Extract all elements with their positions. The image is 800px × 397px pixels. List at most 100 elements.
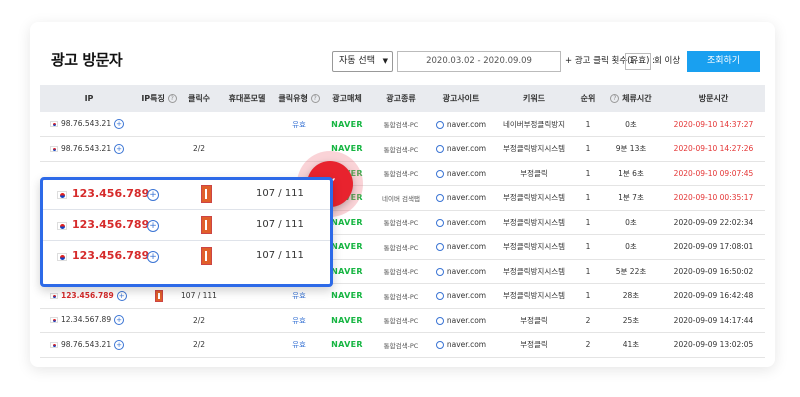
add-icon[interactable]: + — [114, 119, 125, 129]
help-icon[interactable]: ? — [167, 94, 177, 103]
col-clicks: 클릭수 — [180, 85, 218, 112]
cell-keyword: 부정클릭방지시스템 — [492, 185, 576, 211]
cell-ad-site[interactable]: naver.com — [430, 185, 492, 211]
cell-stay-time: 0초 — [600, 234, 662, 260]
cell-rank: 1 — [576, 136, 600, 162]
cell-ad-site[interactable]: naver.com — [430, 136, 492, 162]
cell-ad-site[interactable]: naver.com — [430, 161, 492, 186]
cell-ad-type: 통합검색-PC — [372, 332, 430, 358]
select-value: 자동 선택 — [339, 56, 375, 66]
cell-visit-time: 2020-09-10 00:35:17 — [662, 185, 765, 211]
cell-ip: 98.76.543.21+ — [40, 136, 138, 162]
cell-keyword: 부정클릭방지시스템 — [492, 210, 576, 235]
cell-stay-time: 41초 — [600, 332, 662, 358]
cell-click-type: 유효 — [276, 283, 322, 309]
cell-phone-model — [218, 136, 276, 162]
popup-ip: 123.456.789 — [72, 187, 150, 200]
cell-ad-type: 통합검색-PC — [372, 308, 430, 333]
cell-visit-time: 2020-09-09 16:50:02 — [662, 259, 765, 284]
site-name: naver.com — [446, 193, 487, 203]
korea-flag-icon — [57, 191, 67, 199]
cell-ad-site[interactable]: naver.com — [430, 308, 492, 333]
popup-row[interactable]: 123.456.789 + 107 / 111 — [43, 242, 330, 272]
cell-stay-time: 25초 — [600, 308, 662, 333]
table-row[interactable]: 12.34.567.89 + 2/2 유효 NAVER 통합검색-PC naver… — [40, 308, 765, 333]
search-button[interactable]: 조회하기 — [687, 51, 760, 72]
cell-media: NAVER — [322, 308, 372, 333]
globe-icon — [435, 292, 444, 301]
ip-address: 98.76.543.21 — [61, 119, 112, 128]
cell-rank: 1 — [576, 283, 600, 309]
cell-ad-type: 통합검색-PC — [372, 259, 430, 284]
site-name: naver.com — [446, 315, 487, 325]
cell-rank: 1 — [576, 210, 600, 235]
cell-ad-site[interactable]: naver.com — [430, 332, 492, 358]
popup-click-count: 107 / 111 — [256, 188, 304, 199]
cell-ip: 98.76.543.21+ — [40, 112, 138, 137]
cell-ad-type: 통합검색-PC — [372, 283, 430, 309]
cell-visit-time: 2020-09-09 13:02:05 — [662, 332, 765, 358]
cell-rank: 2 — [576, 332, 600, 358]
col-phone-model: 휴대폰모델 — [218, 85, 276, 112]
cell-stay-time: 0초 — [600, 210, 662, 235]
ip-address: 123.456.789 — [61, 290, 114, 300]
mobile-phone-icon — [155, 289, 163, 302]
cell-keyword: 부정클릭방지시스템 — [492, 234, 576, 260]
cell-media: NAVER — [322, 112, 372, 137]
site-name: naver.com — [446, 144, 487, 154]
add-icon[interactable]: + — [114, 315, 125, 326]
col-stay-time: ? 체류시간 — [600, 85, 662, 112]
globe-icon — [435, 169, 444, 178]
popup-click-count: 107 / 111 — [256, 219, 304, 230]
auto-select-dropdown[interactable]: 자동 선택 ▼ — [332, 51, 393, 72]
cell-ad-site[interactable]: naver.com — [430, 283, 492, 309]
col-ad-site: 광고사이트 — [430, 85, 492, 112]
add-icon[interactable]: + — [116, 290, 127, 301]
table-row[interactable]: 123.456.789 + 107 / 111 유효 NAVER 통합검색-PC … — [40, 283, 765, 309]
ad-visitors-card: 광고 방문자 자동 선택 ▼ 2020.03.02 - 2020.09.09 +… — [30, 22, 775, 367]
add-icon[interactable]: + — [114, 339, 125, 350]
cell-ad-site[interactable]: naver.com — [430, 259, 492, 284]
site-name: naver.com — [446, 266, 487, 276]
cell-phone-model — [218, 332, 276, 358]
add-icon[interactable]: + — [147, 220, 159, 232]
site-name: naver.com — [446, 217, 487, 227]
cell-clicks: 2/2 — [180, 136, 218, 162]
site-name: naver.com — [446, 340, 487, 350]
cell-visit-time: 2020-09-10 09:07:45 — [662, 161, 765, 186]
help-icon[interactable]: ? — [610, 94, 620, 103]
cell-stay-time: 28초 — [600, 283, 662, 309]
cell-visit-time: 2020-09-09 17:08:01 — [662, 234, 765, 260]
cell-ip-feature — [138, 112, 180, 137]
table-row[interactable]: 98.76.543.21+ 2/2 유효 NAVER 통합검색-PC naver… — [40, 332, 765, 358]
cell-ad-site[interactable]: naver.com — [430, 112, 492, 137]
ip-address: 98.76.543.21 — [61, 143, 112, 153]
globe-icon — [435, 218, 444, 227]
cell-keyword: 부정클릭 — [492, 308, 576, 333]
col-ip: IP — [40, 85, 138, 112]
cell-ad-site[interactable]: naver.com — [430, 234, 492, 260]
add-icon[interactable]: + — [114, 143, 125, 154]
cell-clicks — [180, 112, 218, 137]
cell-ad-site[interactable]: naver.com — [430, 210, 492, 235]
cell-keyword: 부정클릭 — [492, 161, 576, 186]
add-icon[interactable]: + — [147, 189, 159, 201]
add-icon[interactable]: + — [147, 251, 159, 263]
cell-ad-type: 통합검색-PC — [372, 234, 430, 260]
help-icon[interactable]: ? — [310, 94, 320, 103]
popup-row[interactable]: 123.456.789 + 107 / 111 — [43, 180, 330, 210]
popup-row[interactable]: 123.456.789 + 107 / 111 — [43, 211, 330, 241]
date-range-input[interactable]: 2020.03.02 - 2020.09.09 — [397, 51, 561, 72]
cell-visit-time: 2020-09-09 16:42:48 — [662, 283, 765, 309]
popup-ip: 123.456.789 — [72, 249, 150, 262]
cell-keyword: 부정클릭방지시스템 — [492, 136, 576, 162]
cell-ip-feature — [138, 332, 180, 358]
col-ad-type: 광고종류 — [372, 85, 430, 112]
cell-rank: 1 — [576, 185, 600, 211]
globe-icon — [435, 243, 444, 252]
table-row[interactable]: 98.76.543.21 + 유효 NAVER 통합검색-PC naver.com… — [40, 112, 765, 137]
table-row[interactable]: 98.76.543.21 + 2/2 NAVER 통합검색-PC naver.co… — [40, 136, 765, 162]
korea-flag-icon — [50, 317, 58, 324]
click-count-input[interactable]: 1 — [625, 53, 651, 70]
duplicate-ip-popup: 123.456.789 + 107 / 111 123.456.789 + 10… — [40, 177, 333, 287]
